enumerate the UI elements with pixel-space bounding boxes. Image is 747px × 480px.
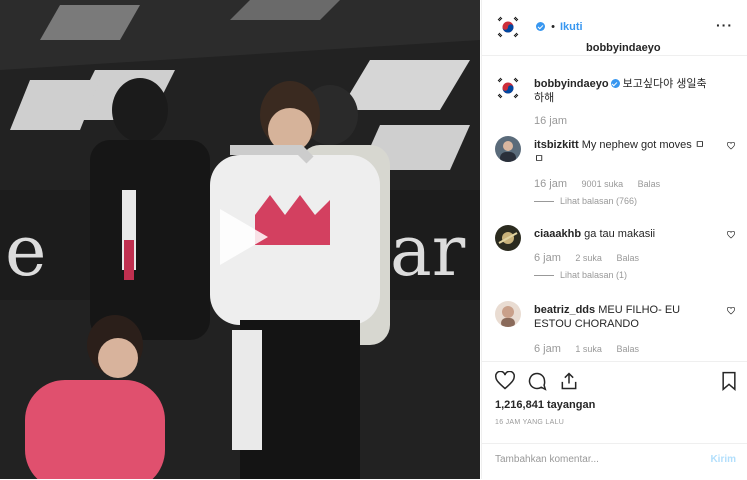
comment-likes[interactable]: 2 suka: [575, 253, 602, 263]
view-replies[interactable]: Lihat balasan (1): [534, 270, 627, 280]
comment-bubble-icon[interactable]: [527, 371, 547, 391]
verified-icon: [610, 79, 620, 88]
post-sidebar: bobbyindaeyo • Ikuti ··· bobbyindaeyo 보고…: [481, 0, 747, 479]
korea-flag-icon: [495, 14, 521, 40]
comment-time[interactable]: 6 jam: [534, 343, 561, 355]
user-photo-icon: [495, 301, 521, 327]
caption-username[interactable]: bobbyindaeyo: [534, 78, 609, 90]
reply-button[interactable]: Balas: [616, 253, 639, 263]
comment-item: itsbizkitt My nephew got moves ㅁㅁ 16 jam…: [495, 136, 735, 216]
like-heart-icon[interactable]: [727, 142, 735, 150]
like-heart-icon[interactable]: [495, 371, 515, 391]
send-button[interactable]: Kirim: [710, 454, 736, 465]
comment-likes[interactable]: 1 suka: [575, 344, 602, 354]
video-player[interactable]: e ar: [0, 0, 480, 479]
comment-text-block: beatriz_dds MEU FILHO- EU ESTOU CHORANDO: [534, 303, 714, 331]
comment-username[interactable]: beatriz_dds: [534, 304, 595, 316]
more-options-icon[interactable]: ···: [716, 17, 733, 33]
post-header: bobbyindaeyo • Ikuti ···: [482, 0, 747, 56]
caption-avatar[interactable]: [495, 75, 521, 101]
comment-meta: 6 jam 1 suka Balas: [534, 343, 651, 355]
bookmark-icon[interactable]: [720, 371, 738, 391]
comment-text-block: itsbizkitt My nephew got moves ㅁㅁ: [534, 138, 714, 166]
comment-avatar[interactable]: [495, 136, 521, 162]
comment-text: ga tau makasii: [584, 228, 656, 240]
comment-username[interactable]: itsbizkitt: [534, 139, 579, 151]
stage-text-left: e: [5, 210, 46, 292]
comment-item: beatriz_dds MEU FILHO- EU ESTOU CHORANDO…: [495, 301, 735, 361]
share-upload-icon[interactable]: [559, 371, 579, 391]
comment-meta: 16 jam 9001 suka Balas: [534, 178, 672, 190]
add-comment-bar: Tambahkan komentar... Kirim: [482, 443, 747, 480]
post-actions: 1,216,841 tayangan 16 JAM YANG LALU: [482, 361, 747, 444]
caption-meta: 16 jam: [534, 115, 579, 127]
reply-button[interactable]: Balas: [616, 344, 639, 354]
view-count: 1,216,841 tayangan: [495, 399, 596, 411]
post-timestamp[interactable]: 16 JAM YANG LALU: [495, 419, 564, 426]
view-replies[interactable]: Lihat balasan (766): [534, 196, 637, 206]
comment-time[interactable]: 16 jam: [534, 178, 567, 190]
comments-list[interactable]: bobbyindaeyo 보고싶다야 생일축하해 16 jam itsbizki…: [482, 56, 747, 361]
view-replies-label: Lihat balasan (766): [560, 196, 638, 206]
user-photo-icon: [495, 225, 521, 251]
separator-dot: •: [551, 21, 555, 33]
comment-likes[interactable]: 9001 suka: [582, 179, 624, 189]
comment-meta: 6 jam 2 suka Balas: [534, 252, 651, 264]
play-icon: [220, 209, 268, 265]
replies-line: [534, 201, 554, 203]
comment-text-block: ciaaakhb ga tau makasii: [534, 227, 714, 241]
post-viewer: e ar bobbyindaeyo • Ikuti ··· bobbyindae…: [0, 0, 747, 479]
author-avatar[interactable]: [495, 14, 521, 40]
korea-flag-icon: [495, 75, 521, 101]
caption-text-block: bobbyindaeyo 보고싶다야 생일축하해: [534, 77, 714, 105]
comment-username[interactable]: ciaaakhb: [534, 228, 581, 240]
play-button[interactable]: [212, 207, 272, 267]
user-photo-icon: [495, 136, 521, 162]
replies-line: [534, 275, 554, 277]
caption: bobbyindaeyo 보고싶다야 생일축하해 16 jam: [495, 75, 735, 145]
author-username[interactable]: bobbyindaeyo: [586, 42, 661, 54]
caption-time[interactable]: 16 jam: [534, 115, 567, 127]
comment-time[interactable]: 6 jam: [534, 252, 561, 264]
comment-avatar[interactable]: [495, 225, 521, 251]
follow-button[interactable]: Ikuti: [560, 21, 583, 33]
reply-button[interactable]: Balas: [638, 179, 661, 189]
comment-item: ciaaakhb ga tau makasii 6 jam 2 suka Bal…: [495, 225, 735, 285]
stage-text-right: ar: [390, 210, 466, 292]
like-heart-icon[interactable]: [727, 231, 735, 239]
comment-input[interactable]: Tambahkan komentar...: [495, 454, 599, 465]
like-heart-icon[interactable]: [727, 307, 735, 315]
comment-avatar[interactable]: [495, 301, 521, 327]
verified-icon: [536, 22, 545, 31]
view-replies-label: Lihat balasan (1): [560, 270, 628, 280]
